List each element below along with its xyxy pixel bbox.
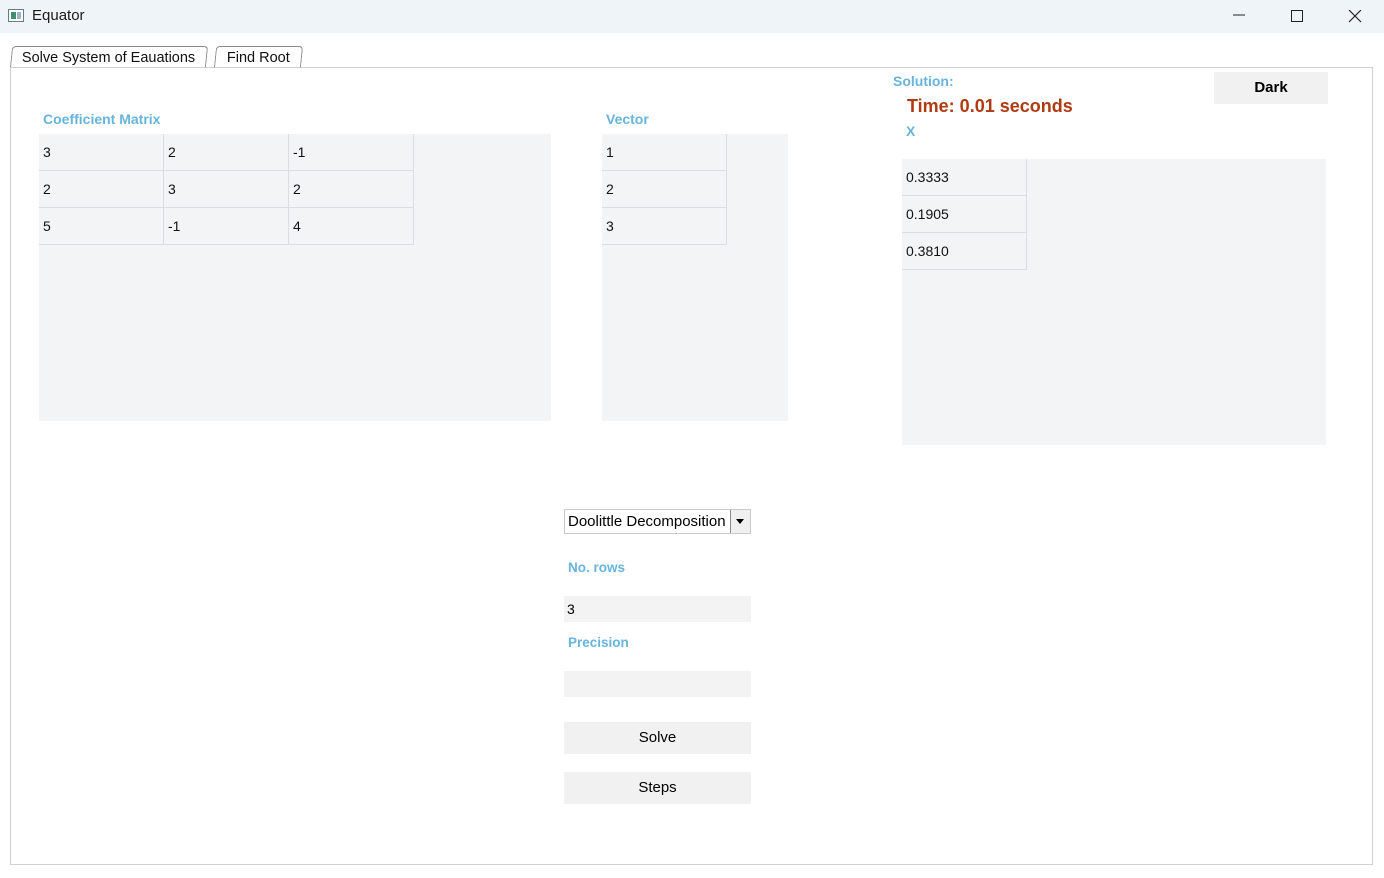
matrix-cell[interactable]: 5 — [39, 208, 164, 245]
matrix-cell[interactable]: 3 — [39, 134, 164, 171]
matrix-cell[interactable]: 4 — [289, 208, 414, 245]
solution-variable-label: X — [906, 123, 916, 139]
dark-mode-button[interactable]: Dark — [1214, 72, 1328, 104]
close-icon — [1348, 10, 1362, 23]
tab-solve-system[interactable]: Solve System of Eauations — [9, 46, 209, 68]
precision-label: Precision — [568, 635, 629, 650]
time-label: Time: 0.01 seconds — [907, 96, 1073, 116]
method-select-value: Doolittle Decomposition — [568, 513, 726, 530]
solution-label: Solution: — [893, 73, 954, 89]
steps-button[interactable]: Steps — [564, 772, 751, 804]
app-icon — [8, 9, 24, 22]
vector-label: Vector — [606, 111, 649, 127]
tab-label: Solve System of Eauations — [22, 50, 196, 66]
method-select[interactable]: Doolittle Decomposition — [564, 509, 751, 534]
vector-cell[interactable]: 2 — [602, 171, 727, 208]
solution-cell: 0.3333 — [902, 159, 1027, 196]
window-title: Equator — [32, 7, 85, 24]
matrix-cell[interactable]: 3 — [164, 171, 289, 208]
maximize-icon — [1291, 10, 1303, 22]
chevron-down-icon[interactable] — [730, 510, 750, 533]
rows-input[interactable]: 3 — [564, 596, 751, 622]
vector-cell[interactable]: 3 — [602, 208, 727, 245]
solution-cell: 0.1905 — [902, 196, 1027, 233]
tab-label: Find Root — [226, 50, 290, 66]
minimize-button[interactable] — [1210, 0, 1268, 33]
solution-cell: 0.3810 — [902, 233, 1027, 270]
close-button[interactable] — [1326, 0, 1384, 33]
title-bar: Equator — [0, 0, 1384, 33]
matrix-cell[interactable]: 2 — [39, 171, 164, 208]
maximize-button[interactable] — [1268, 0, 1326, 33]
tab-find-root[interactable]: Find Root — [213, 46, 304, 68]
solve-button[interactable]: Solve — [564, 722, 751, 754]
coefficient-matrix-label: Coefficient Matrix — [43, 111, 161, 127]
precision-input[interactable] — [564, 671, 751, 697]
matrix-cell[interactable]: -1 — [164, 208, 289, 245]
matrix-cell[interactable]: 2 — [289, 171, 414, 208]
rows-label: No. rows — [568, 560, 626, 575]
solution-grid: 0.3333 0.1905 0.3810 — [902, 159, 1326, 445]
vector-grid: 1 2 3 — [602, 134, 788, 421]
vector-cell[interactable]: 1 — [602, 134, 727, 171]
minimize-icon — [1233, 14, 1245, 16]
matrix-cell[interactable]: -1 — [289, 134, 414, 171]
coefficient-matrix-grid: 3 2 -1 2 3 2 5 -1 4 — [39, 134, 551, 421]
matrix-cell[interactable]: 2 — [164, 134, 289, 171]
